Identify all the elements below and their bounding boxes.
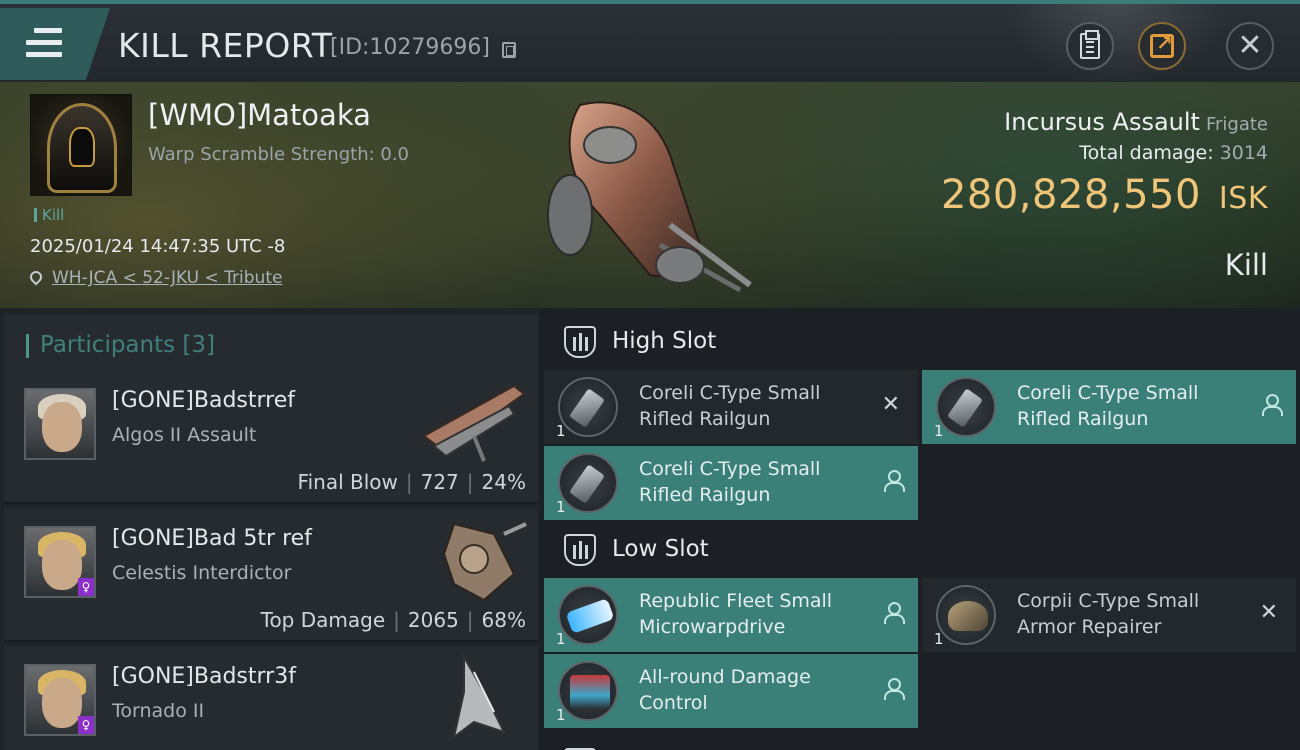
person-icon — [884, 678, 905, 700]
copy-id-icon[interactable] — [502, 42, 516, 58]
result-label: Kill — [1224, 248, 1268, 282]
header-bar: KILL REPORT [ID:10279696] ✕ — [0, 0, 1300, 86]
close-button[interactable]: ✕ — [1226, 22, 1274, 70]
avatar — [24, 388, 96, 460]
kill-location[interactable]: WH-JCA < 52-JKU < Tribute — [27, 268, 282, 288]
clipboard-icon — [1080, 30, 1100, 59]
participant-name: [GONE]Badstrr3f — [112, 664, 296, 689]
slot-item[interactable]: 1 All-round Damage Control — [544, 654, 918, 728]
slot-qty: 1 — [934, 630, 944, 648]
page-title: KILL REPORT — [118, 26, 333, 65]
participant-card[interactable]: ♀ [GONE]Badstrr3f Tornado II — [4, 646, 538, 750]
victim-ship-class: Frigate — [1205, 114, 1268, 135]
high-slot-label: High Slot — [612, 328, 717, 354]
low-slot-header: Low Slot — [544, 520, 1298, 578]
menu-button[interactable] — [0, 8, 110, 80]
microwarpdrive-icon — [558, 585, 618, 645]
railgun-icon — [936, 377, 996, 437]
victim-portrait[interactable] — [30, 94, 132, 196]
destroyed-x-icon: ✕ — [1259, 600, 1278, 625]
victim-ship-image — [547, 101, 752, 293]
warp-scramble-strength: Warp Scramble Strength: 0.0 — [148, 144, 410, 165]
clipboard-button[interactable] — [1066, 22, 1114, 70]
railgun-icon — [558, 453, 618, 513]
role-badge-icon: ♀ — [78, 716, 94, 734]
location-link[interactable]: WH-JCA < 52-JKU < Tribute — [52, 268, 282, 288]
participant-ship-image — [442, 522, 527, 602]
slot-item-name: Coreli C-Type Small Rifled Railgun — [639, 382, 821, 430]
damage-control-icon — [558, 661, 618, 721]
participant-card[interactable]: [GONE]Badstrref Algos II Assault Final B… — [4, 370, 538, 504]
kill-datetime: 2025/01/24 14:47:35 UTC -8 — [30, 236, 286, 257]
participant-ship: Celestis Interdictor — [112, 562, 292, 584]
slot-item[interactable]: 1 Coreli C-Type Small Rifled Railgun — [544, 446, 918, 520]
slot-item-name: All-round Damage Control — [639, 666, 811, 714]
participants-header: Participants [3] — [4, 314, 538, 372]
destroyed-x-icon: ✕ — [881, 392, 900, 417]
slot-item[interactable]: 1 Coreli C-Type Small Rifled Railgun ✕ — [544, 370, 918, 444]
avatar: ♀ — [24, 526, 96, 598]
high-slot-header: High Slot — [544, 312, 1298, 370]
low-slot-label: Low Slot — [612, 536, 709, 562]
role-badge-icon: ♀ — [78, 578, 94, 596]
participant-stats: Final Blow | 727 | 24% — [297, 470, 526, 494]
participant-card[interactable]: ♀ [GONE]Bad 5tr ref Celestis Interdictor… — [4, 508, 538, 642]
person-icon — [884, 470, 905, 492]
participant-name: [GONE]Bad 5tr ref — [112, 526, 312, 551]
participant-ship-image — [452, 653, 506, 740]
share-icon — [1150, 31, 1174, 58]
avatar: ♀ — [24, 664, 96, 736]
kill-tag: Kill — [34, 206, 64, 224]
participants-panel: Participants [3] [GONE]Badstrref Algos I… — [0, 308, 540, 750]
isk-value: 280,828,550 ISK — [940, 172, 1268, 218]
mid-slot-header — [544, 734, 1298, 750]
report-id: [ID:10279696] — [330, 35, 490, 60]
slot-qty: 1 — [934, 422, 944, 440]
location-pin-icon — [27, 268, 45, 286]
victim-pilot-name[interactable]: [WMO]Matoaka — [148, 98, 371, 132]
person-icon — [1262, 394, 1283, 416]
low-slot-icon — [564, 534, 596, 566]
participant-ship: Tornado II — [112, 700, 205, 722]
slot-qty: 1 — [556, 498, 566, 516]
high-slot-icon — [564, 326, 596, 358]
participant-ship-image — [422, 384, 526, 462]
fitting-panel: High Slot 1 Coreli C-Type Small Rifled R… — [540, 308, 1300, 750]
total-damage: Total damage: 3014 — [1079, 142, 1268, 164]
slot-item[interactable]: 1 Coreli C-Type Small Rifled Railgun — [922, 370, 1296, 444]
close-icon: ✕ — [1237, 28, 1263, 63]
slot-qty: 1 — [556, 706, 566, 724]
slot-item-name: Republic Fleet Small Microwarpdrive — [639, 590, 833, 638]
slot-item[interactable]: 1 Republic Fleet Small Microwarpdrive — [544, 578, 918, 652]
armor-repairer-icon — [936, 585, 996, 645]
slot-qty: 1 — [556, 630, 566, 648]
slot-item-name: Corpii C-Type Small Armor Repairer — [1017, 590, 1200, 638]
victim-ship-name[interactable]: Incursus Assault Frigate — [1004, 108, 1268, 136]
participant-stats: Top Damage | 2065 | 68% — [260, 608, 526, 632]
slot-qty: 1 — [556, 422, 566, 440]
participant-name: [GONE]Badstrref — [112, 388, 296, 413]
hamburger-icon — [26, 28, 62, 57]
slot-item[interactable]: 1 Corpii C-Type Small Armor Repairer ✕ — [922, 578, 1296, 652]
slot-item-name: Coreli C-Type Small Rifled Railgun — [1017, 382, 1199, 430]
participant-ship: Algos II Assault — [112, 424, 257, 446]
railgun-icon — [558, 377, 618, 437]
share-button[interactable] — [1138, 22, 1186, 70]
slot-item-name: Coreli C-Type Small Rifled Railgun — [639, 458, 821, 506]
person-icon — [884, 602, 905, 624]
participants-title: Participants [3] — [26, 332, 215, 358]
planet-backdrop — [1000, 4, 1230, 86]
